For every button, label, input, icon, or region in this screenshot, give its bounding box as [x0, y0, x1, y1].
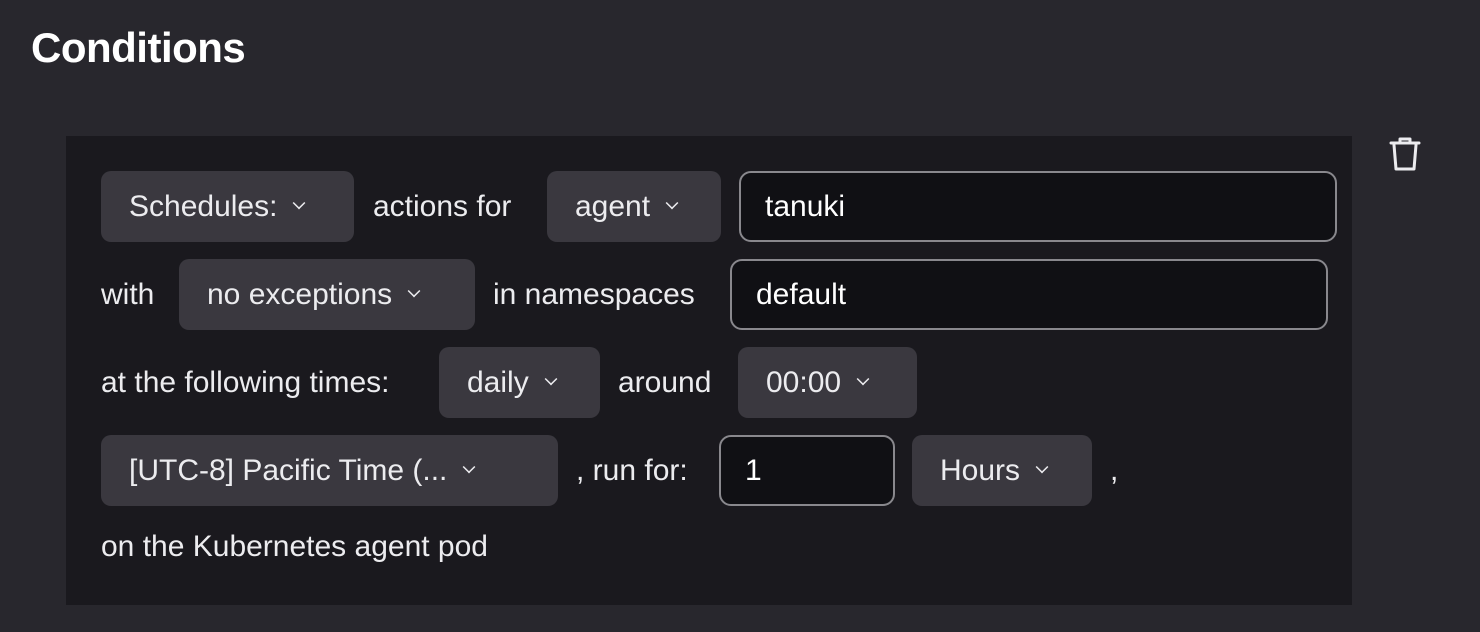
section-title: Conditions — [31, 24, 246, 71]
duration-unit-dropdown-label: Hours — [940, 453, 1021, 487]
condition-row-3: at the following times: daily around 00:… — [101, 347, 917, 418]
target-type-dropdown-label: agent — [575, 189, 651, 223]
namespaces-value: default — [756, 277, 847, 311]
condition-row-5: on the Kubernetes agent pod — [101, 524, 488, 570]
chevron-down-icon — [407, 284, 421, 297]
around-text: around — [618, 365, 712, 399]
chevron-down-icon — [544, 372, 558, 385]
target-type-dropdown[interactable]: agent — [547, 171, 721, 242]
cadence-dropdown[interactable]: daily — [439, 347, 600, 418]
chevron-down-icon — [463, 460, 476, 473]
duration-input[interactable]: 1 — [719, 435, 895, 506]
timezone-dropdown-label: [UTC-8] Pacific Time (... — [129, 453, 448, 487]
cadence-dropdown-label: daily — [467, 365, 529, 399]
with-text: with — [101, 277, 155, 311]
condition-row-4: [UTC-8] Pacific Time (... , run for: 1 H… — [101, 435, 1118, 506]
kubernetes-pod-text: on the Kubernetes agent pod — [101, 530, 488, 563]
condition-row-2: with no exceptions in namespaces default — [101, 259, 1328, 330]
condition-row-1: Schedules: actions for agent tanuki — [101, 171, 1337, 242]
source-dropdown[interactable]: Schedules: — [101, 171, 354, 242]
time-dropdown[interactable]: 00:00 — [738, 347, 917, 418]
source-dropdown-label: Schedules: — [129, 189, 278, 223]
duration-value: 1 — [745, 453, 762, 487]
target-name-value: tanuki — [765, 189, 846, 223]
run-for-text: , run for: — [576, 453, 688, 487]
exceptions-dropdown[interactable]: no exceptions — [179, 259, 475, 330]
chevron-down-icon — [856, 372, 870, 385]
actions-for-text: actions for — [373, 189, 512, 223]
trash-icon[interactable] — [1388, 136, 1422, 172]
condition-card: Schedules: actions for agent tanuki with… — [66, 136, 1352, 605]
trailing-comma-text: , — [1110, 453, 1119, 487]
at-times-text: at the following times: — [101, 365, 390, 399]
chevron-down-icon — [1035, 460, 1049, 473]
target-name-input[interactable]: tanuki — [739, 171, 1337, 242]
timezone-dropdown[interactable]: [UTC-8] Pacific Time (... — [101, 435, 558, 506]
namespaces-input[interactable]: default — [730, 259, 1328, 330]
chevron-down-icon — [665, 196, 679, 209]
chevron-down-icon — [293, 196, 306, 209]
in-namespaces-text: in namespaces — [493, 277, 695, 311]
duration-unit-dropdown[interactable]: Hours — [912, 435, 1092, 506]
exceptions-dropdown-label: no exceptions — [207, 277, 393, 311]
time-dropdown-label: 00:00 — [766, 365, 842, 399]
page: Conditions Schedules: actions for agent … — [0, 0, 1480, 632]
